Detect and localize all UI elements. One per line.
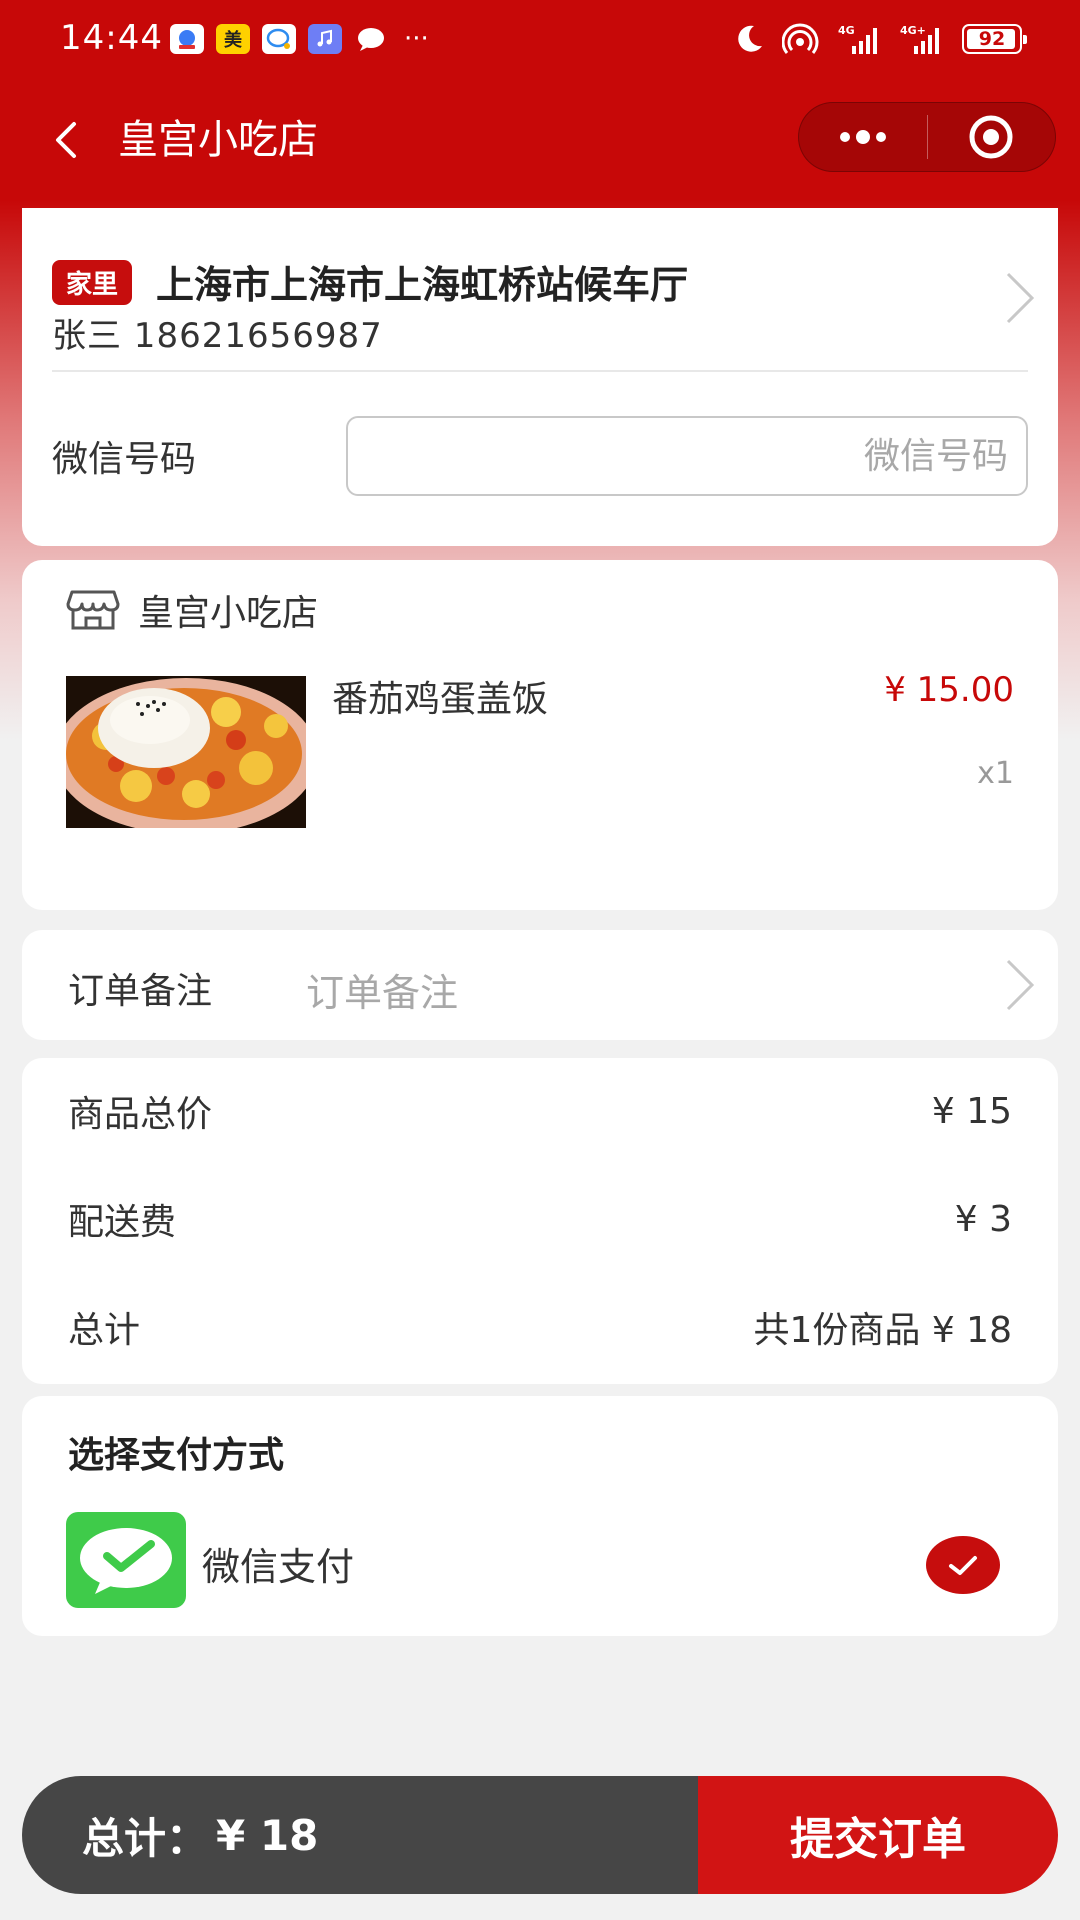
remark-label: 订单备注 xyxy=(68,971,213,1012)
payment-method-name[interactable]: 微信支付 xyxy=(202,1536,354,1591)
bottom-total: 总计： ¥ 18 xyxy=(22,1776,698,1894)
hotspot-icon xyxy=(782,23,819,54)
status-time: 14:44 xyxy=(60,18,163,58)
tomato-egg-rice-image[interactable] xyxy=(66,676,306,828)
goods-price-value: ¥ 15 xyxy=(931,1090,1012,1132)
contact-info: 张三 18621656987 xyxy=(52,316,383,356)
shop-header: 皇宫小吃店 xyxy=(66,584,318,636)
item-name: 番茄鸡蛋盖饭 xyxy=(332,679,549,720)
payment-title: 选择支付方式 xyxy=(68,1435,285,1476)
chevron-right-icon[interactable] xyxy=(1000,268,1040,328)
item-price: ¥ 15.00 xyxy=(884,670,1014,710)
wechat-pay-icon xyxy=(66,1512,186,1608)
divider xyxy=(52,370,1028,372)
chat-bubble-icon xyxy=(354,24,388,54)
goods-price-label: 商品总价 xyxy=(68,1094,213,1135)
price-summary-card: 商品总价 ¥ 15 配送费 ¥ 3 总计 共1份商品 ¥ 18 xyxy=(22,1058,1058,1384)
signal-4g-icon: 4G xyxy=(838,24,877,54)
remark-placeholder[interactable]: 订单备注 xyxy=(306,962,458,1017)
total-row: 总计 共1份商品 ¥ 18 xyxy=(68,1302,1012,1352)
total-label: 总计 xyxy=(68,1310,141,1351)
notification-icons: 美 ··· xyxy=(170,24,429,54)
nav-bar: 皇宫小吃店 xyxy=(0,90,1080,190)
bottom-checkout-bar: 总计： ¥ 18 提交订单 xyxy=(22,1776,1058,1894)
delivery-fee-row: 配送费 ¥ 3 xyxy=(68,1194,1012,1244)
order-items-card: 皇宫小吃店 番茄鸡蛋盖饭 ¥ 15.00 x1 xyxy=(22,560,1058,910)
chevron-left-icon[interactable] xyxy=(38,110,98,170)
submit-order-button[interactable]: 提交订单 xyxy=(698,1776,1058,1894)
order-remark-row[interactable]: 订单备注 订单备注 xyxy=(22,930,1058,1040)
item-quantity: x1 xyxy=(977,756,1014,791)
svg-text:4G: 4G xyxy=(838,24,855,37)
bottom-total-label: 总计： xyxy=(82,1813,209,1863)
more-dots-icon[interactable] xyxy=(799,103,927,171)
store-icon xyxy=(66,590,120,630)
address-tag: 家里 xyxy=(52,260,133,305)
delivery-fee-value: ¥ 3 xyxy=(954,1198,1012,1240)
more-notifications-icon: ··· xyxy=(404,24,429,54)
baidu-maps-icon xyxy=(170,24,204,54)
page-title: 皇宫小吃店 xyxy=(118,117,318,163)
payment-method-card: 选择支付方式 微信支付 xyxy=(22,1396,1058,1636)
shop-name: 皇宫小吃店 xyxy=(138,593,319,634)
check-icon[interactable] xyxy=(926,1536,1000,1594)
music-icon xyxy=(308,24,342,54)
status-bar: 14:44 美 ··· 4G 4G+ 92 xyxy=(0,0,1080,84)
target-close-icon[interactable] xyxy=(928,103,1056,171)
total-value: 共1份商品 ¥ 18 xyxy=(753,1310,1012,1351)
wechat-number-label: 微信号码 xyxy=(52,439,197,480)
goods-price-row: 商品总价 ¥ 15 xyxy=(68,1086,1012,1136)
bottom-total-value: ¥ 18 xyxy=(216,1810,319,1860)
address-card[interactable]: 家里 上海市上海市上海虹桥站候车厅 张三 18621656987 微信号码 xyxy=(22,208,1058,546)
miniprogram-capsule xyxy=(798,102,1056,172)
meituan-icon: 美 xyxy=(216,24,250,54)
delivery-fee-label: 配送费 xyxy=(68,1202,177,1243)
chevron-right-icon[interactable] xyxy=(1000,955,1040,1015)
battery-icon: 92 xyxy=(962,24,1027,54)
wechat-work-icon xyxy=(262,24,296,54)
signal-4g-plus-icon: 4G+ xyxy=(900,24,939,54)
battery-level: 92 xyxy=(978,28,1006,50)
system-indicators: 4G 4G+ 92 xyxy=(732,22,1027,56)
wechat-number-input[interactable] xyxy=(346,416,1028,496)
moon-icon xyxy=(738,25,762,52)
svg-text:4G+: 4G+ xyxy=(900,24,926,37)
address-text: 上海市上海市上海虹桥站候车厅 xyxy=(156,263,689,307)
order-confirm-page: 14:44 美 ··· 4G 4G+ 92 皇宫小吃店 家里 上海市上海市上海虹… xyxy=(0,0,1080,1920)
